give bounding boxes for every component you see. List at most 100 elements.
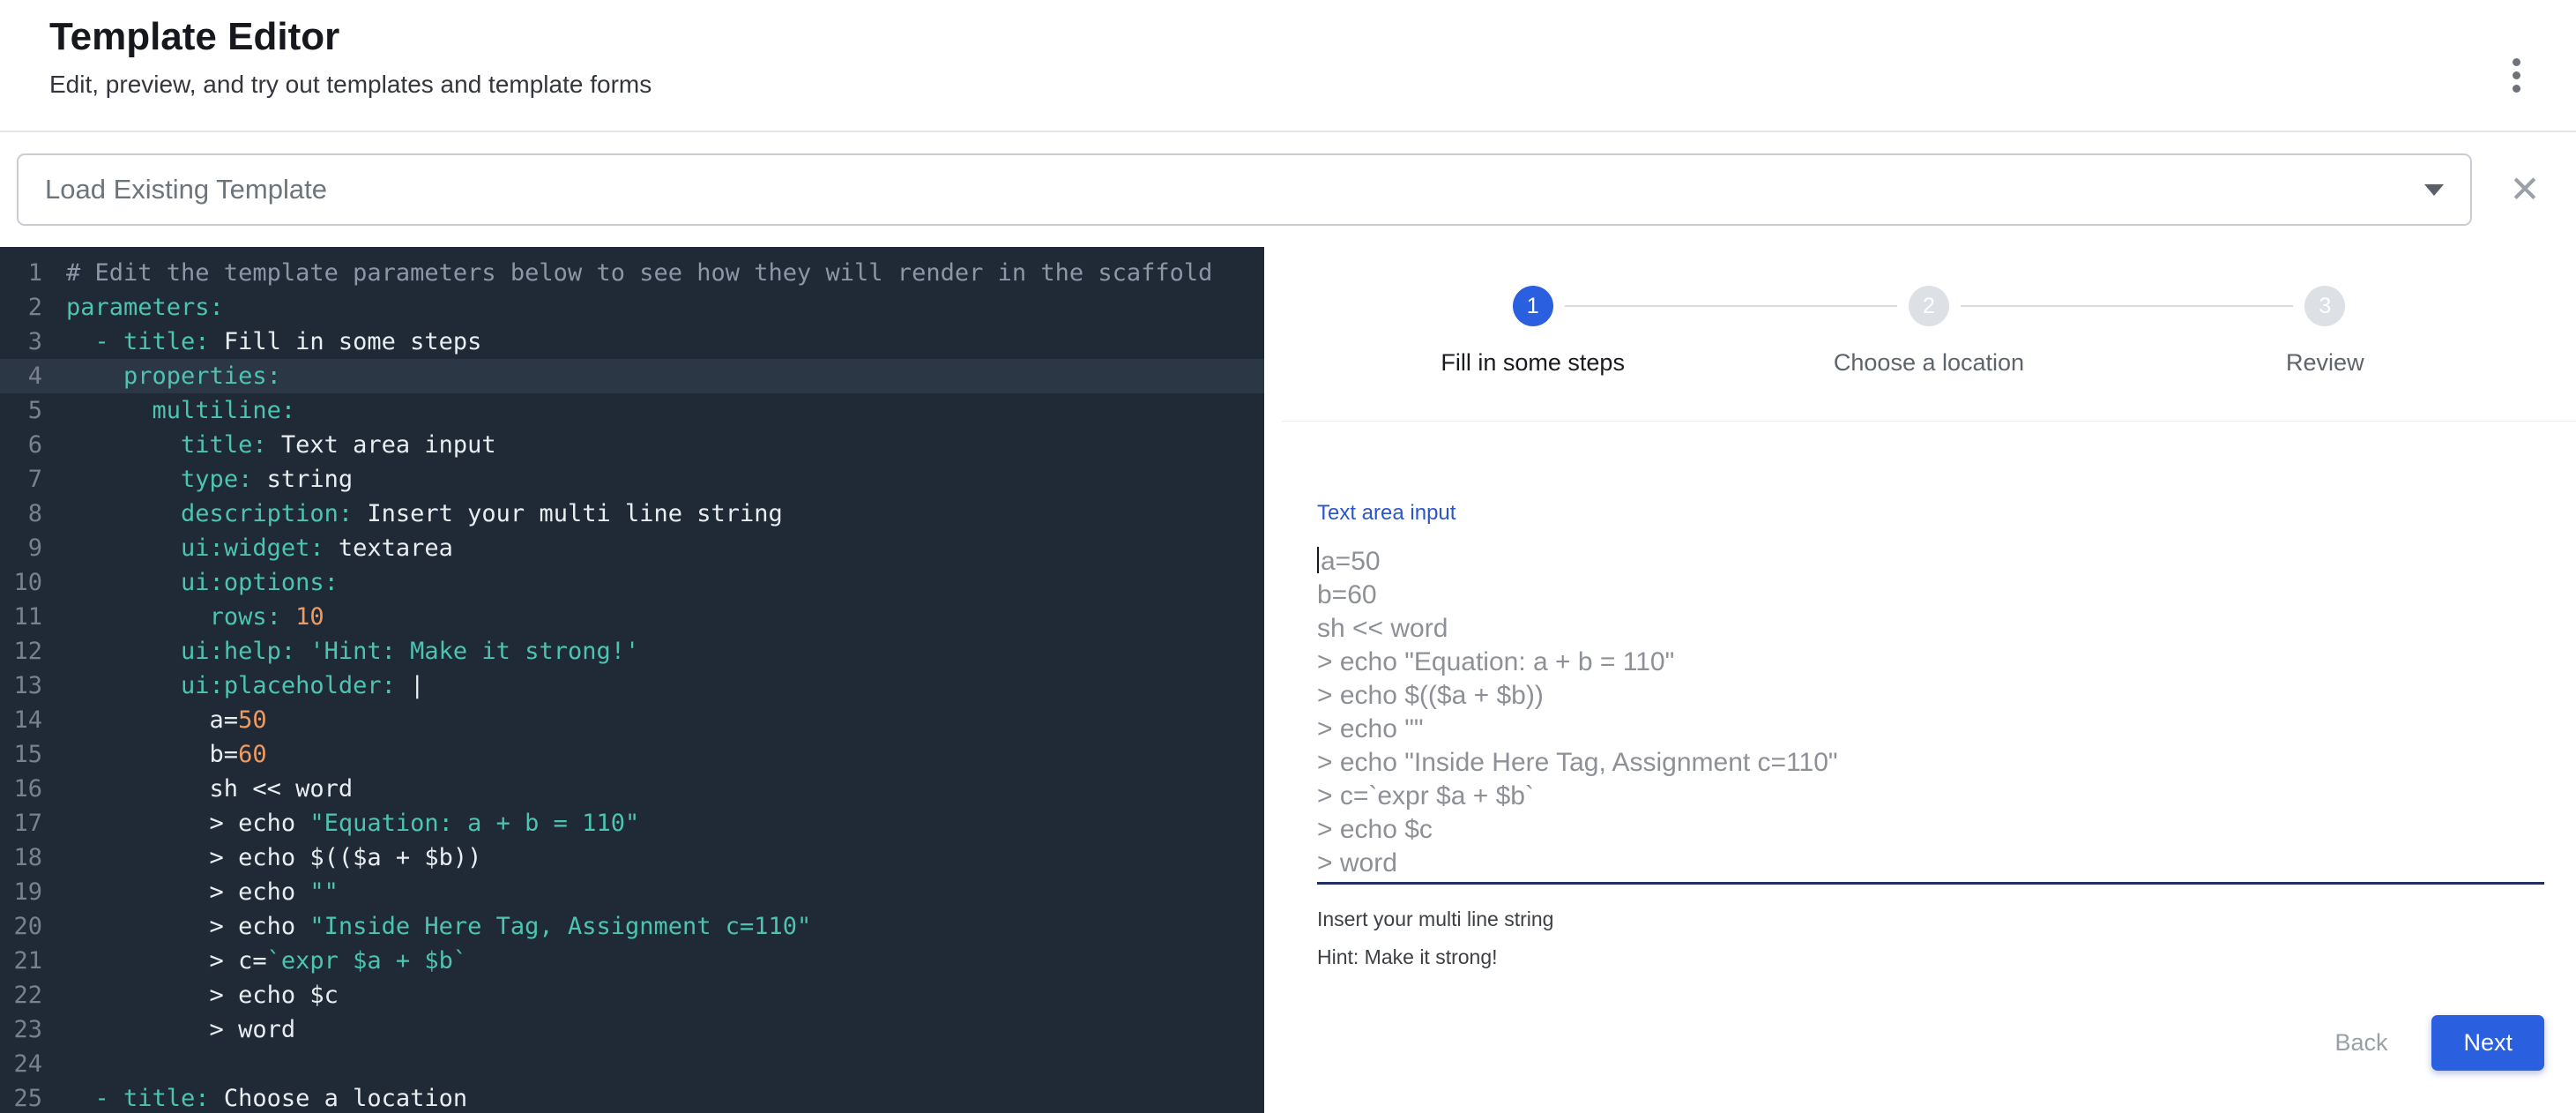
code-line-15[interactable]: 15 b=60 <box>0 737 1264 772</box>
code-line-2[interactable]: 2 parameters: <box>0 290 1264 325</box>
textarea-underline <box>1317 882 2544 885</box>
code-line-18[interactable]: 18 > echo $(($a + $b)) <box>0 840 1264 875</box>
stepper-step-2: 2Choose a location <box>1731 286 2126 377</box>
code-line-11[interactable]: 11 rows: 10 <box>0 600 1264 634</box>
step-label-3: Review <box>2286 349 2364 377</box>
code-text: description: Insert your multi line stri… <box>66 497 783 531</box>
line-number: 18 <box>0 840 42 875</box>
close-icon[interactable]: ✕ <box>2498 163 2551 216</box>
code-text: > echo "Equation: a + b = 110" <box>66 806 639 840</box>
code-line-25[interactable]: 25 - title: Choose a location <box>0 1081 1264 1113</box>
line-number: 15 <box>0 737 42 772</box>
code-text: ui:options: <box>66 565 339 600</box>
code-text: rows: 10 <box>66 600 324 634</box>
kebab-dot <box>2513 85 2520 93</box>
line-number: 5 <box>0 393 42 428</box>
code-text: parameters: <box>66 290 224 325</box>
field-help-text: Hint: Make it strong! <box>1317 945 2544 969</box>
code-line-20[interactable]: 20 > echo "Inside Here Tag, Assignment c… <box>0 909 1264 944</box>
code-line-22[interactable]: 22 > echo $c <box>0 978 1264 1012</box>
code-text: properties: <box>66 359 281 393</box>
code-line-5[interactable]: 5 multiline: <box>0 393 1264 428</box>
code-text: # Edit the template parameters below to … <box>66 256 1212 290</box>
code-line-9[interactable]: 9 ui:widget: textarea <box>0 531 1264 565</box>
code-text: > c=`expr $a + $b` <box>66 944 467 978</box>
code-text: > echo "" <box>66 875 339 909</box>
line-number: 23 <box>0 1012 42 1047</box>
textarea-placeholder-line: > echo "" <box>1317 713 2544 746</box>
template-preview-panel: 1Fill in some steps2Choose a location3Re… <box>1282 247 2576 1113</box>
code-text: a=50 <box>66 703 267 737</box>
code-line-17[interactable]: 17 > echo "Equation: a + b = 110" <box>0 806 1264 840</box>
code-line-10[interactable]: 10 ui:options: <box>0 565 1264 600</box>
stepper: 1Fill in some steps2Choose a location3Re… <box>1282 247 2576 377</box>
code-line-3[interactable]: 3 - title: Fill in some steps <box>0 325 1264 359</box>
code-text: > echo "Inside Here Tag, Assignment c=11… <box>66 909 811 944</box>
line-number: 3 <box>0 325 42 359</box>
code-text: ui:placeholder: | <box>66 669 424 703</box>
code-line-24[interactable]: 24 <box>0 1047 1264 1081</box>
code-line-19[interactable]: 19 > echo "" <box>0 875 1264 909</box>
code-line-12[interactable]: 12 ui:help: 'Hint: Make it strong!' <box>0 634 1264 669</box>
load-template-select[interactable]: Load Existing Template <box>17 153 2472 226</box>
back-button[interactable]: Back <box>2312 1015 2410 1071</box>
line-number: 11 <box>0 600 42 634</box>
line-number: 7 <box>0 462 42 497</box>
line-number: 19 <box>0 875 42 909</box>
code-text: multiline: <box>66 393 295 428</box>
stepper-step-3: 3Review <box>2127 286 2523 377</box>
step-form: Text area input a=50b=60sh << word> echo… <box>1282 422 2576 1113</box>
line-number: 16 <box>0 772 42 806</box>
page-header: Template Editor Edit, preview, and try o… <box>0 0 2576 132</box>
stepper-connector <box>1961 305 2293 307</box>
multiline-textarea[interactable]: a=50b=60sh << word> echo "Equation: a + … <box>1317 545 2544 880</box>
load-template-placeholder: Load Existing Template <box>45 174 327 205</box>
line-number: 9 <box>0 531 42 565</box>
line-number: 10 <box>0 565 42 600</box>
code-line-6[interactable]: 6 title: Text area input <box>0 428 1264 462</box>
code-line-16[interactable]: 16 sh << word <box>0 772 1264 806</box>
line-number: 12 <box>0 634 42 669</box>
next-button[interactable]: Next <box>2431 1015 2544 1071</box>
editor-scrollbar[interactable] <box>1264 247 1282 1113</box>
code-text: sh << word <box>66 772 353 806</box>
template-editor-page: Template Editor Edit, preview, and try o… <box>0 0 2576 1113</box>
form-actions: Back Next <box>1317 1015 2544 1071</box>
template-loader-bar: Load Existing Template ✕ <box>0 132 2576 247</box>
line-number: 22 <box>0 978 42 1012</box>
field-label: Text area input <box>1317 501 2544 526</box>
line-number: 2 <box>0 290 42 325</box>
header-text: Template Editor Edit, preview, and try o… <box>49 16 651 131</box>
line-number: 13 <box>0 669 42 703</box>
code-line-13[interactable]: 13 ui:placeholder: | <box>0 669 1264 703</box>
code-line-7[interactable]: 7 type: string <box>0 462 1264 497</box>
page-title: Template Editor <box>49 16 651 58</box>
template-yaml-editor[interactable]: 1 # Edit the template parameters below to… <box>0 247 1264 1113</box>
code-line-21[interactable]: 21 > c=`expr $a + $b` <box>0 944 1264 978</box>
textarea-placeholder-line: > c=`expr $a + $b` <box>1317 780 2544 813</box>
line-number: 14 <box>0 703 42 737</box>
textarea-placeholder-line: > echo $(($a + $b)) <box>1317 679 2544 713</box>
code-line-8[interactable]: 8 description: Insert your multi line st… <box>0 497 1264 531</box>
textarea-placeholder-line: > echo "Equation: a + b = 110" <box>1317 646 2544 679</box>
kebab-dot <box>2513 71 2520 79</box>
chevron-down-icon <box>2424 184 2444 196</box>
more-options-icon[interactable] <box>2509 58 2523 131</box>
line-number: 4 <box>0 359 42 393</box>
stepper-step-1: 1Fill in some steps <box>1335 286 1731 377</box>
field-description: Insert your multi line string <box>1317 908 2544 931</box>
main-split: 1 # Edit the template parameters below to… <box>0 247 2576 1113</box>
step-label-2: Choose a location <box>1834 349 2024 377</box>
code-text: ui:widget: textarea <box>66 531 453 565</box>
code-line-14[interactable]: 14 a=50 <box>0 703 1264 737</box>
code-line-23[interactable]: 23 > word <box>0 1012 1264 1047</box>
code-line-1[interactable]: 1 # Edit the template parameters below to… <box>0 256 1264 290</box>
code-text: > echo $(($a + $b)) <box>66 840 481 875</box>
code-text: type: string <box>66 462 353 497</box>
code-text: - title: Choose a location <box>66 1081 467 1113</box>
textarea-placeholder-line: sh << word <box>1317 612 2544 646</box>
line-number: 17 <box>0 806 42 840</box>
code-text: title: Text area input <box>66 428 496 462</box>
line-number: 1 <box>0 256 42 290</box>
code-line-4[interactable]: 4 properties: <box>0 359 1264 393</box>
